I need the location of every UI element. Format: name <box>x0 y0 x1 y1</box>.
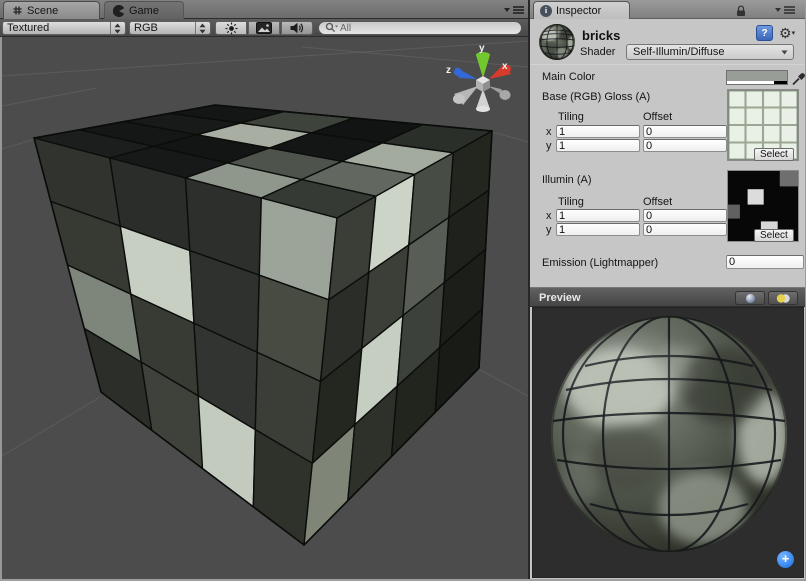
svg-text:y: y <box>479 43 485 54</box>
grid-icon <box>12 5 23 16</box>
base-tiling-header: Tiling <box>558 111 584 123</box>
shader-label: Shader <box>580 46 615 58</box>
tab-scene[interactable]: Scene <box>3 1 100 19</box>
game-pacman-icon <box>113 5 125 17</box>
base-offset-header: Offset <box>643 111 672 123</box>
two-lights-icon <box>776 293 791 304</box>
updown-arrow-icon <box>114 23 121 34</box>
base-x-label: x <box>546 126 552 138</box>
preview-add-button[interactable]: + <box>777 551 794 568</box>
main-color-label: Main Color <box>542 71 595 83</box>
material-preview-ball-icon <box>538 23 576 61</box>
preview-lighting-toggle[interactable] <box>768 291 798 305</box>
scene-audio-toggle[interactable] <box>281 21 313 35</box>
base-texture-select-button[interactable]: Select <box>754 148 794 161</box>
unity-editor-window: Scene Game Textured <box>0 0 806 581</box>
scene-3d-view: y x z <box>2 37 528 579</box>
scene-tabstrip: Scene Game <box>0 0 528 19</box>
shader-value: Self-Illumin/Diffuse <box>633 46 725 58</box>
scene-skybox-toggle[interactable] <box>248 21 280 35</box>
inspector-lock-button[interactable] <box>735 4 747 22</box>
svg-text:x: x <box>502 61 508 72</box>
inspector-panel-menu-button[interactable] <box>774 5 796 15</box>
base-y-label: y <box>546 140 552 152</box>
main-color-swatch[interactable] <box>726 70 788 85</box>
color-mode-dropdown[interactable]: RGB <box>129 21 211 35</box>
scene-viewport[interactable]: y x z <box>0 37 528 579</box>
eyedropper-icon[interactable] <box>791 68 806 86</box>
illumin-section-label: Illumin (A) <box>542 174 592 186</box>
illumin-offset-header: Offset <box>643 196 672 208</box>
illumin-offset-y-field[interactable] <box>643 223 727 236</box>
illumin-texture-select-button[interactable]: Select <box>754 229 794 242</box>
tab-inspector[interactable]: i Inspector <box>533 1 630 19</box>
header-separator <box>530 64 806 65</box>
chevron-down-icon <box>781 50 788 55</box>
base-tiling-x-field[interactable] <box>556 125 640 138</box>
scene-toolbar: Textured RGB <box>0 19 528 37</box>
base-offset-y-field[interactable] <box>643 139 727 152</box>
material-name: bricks <box>582 28 620 43</box>
render-mode-label: Textured <box>7 22 107 34</box>
illumin-offset-x-field[interactable] <box>643 209 727 222</box>
panel-menu-icon <box>774 5 796 15</box>
material-preview-area[interactable]: + <box>532 307 804 578</box>
chevron-down-icon: ▾ <box>792 29 796 37</box>
svg-text:z: z <box>446 65 451 76</box>
help-button[interactable]: ? <box>756 25 773 41</box>
color-mode-label: RGB <box>134 22 192 34</box>
illumin-y-label: y <box>546 224 552 236</box>
illumin-x-label: x <box>546 210 552 222</box>
scene-lighting-toggle[interactable] <box>215 21 247 35</box>
lock-icon <box>735 5 747 17</box>
render-mode-dropdown[interactable]: Textured <box>2 21 126 35</box>
search-input[interactable] <box>353 21 515 35</box>
illumin-tiling-header: Tiling <box>558 196 584 208</box>
preview-title: Preview <box>539 292 581 304</box>
search-icon <box>325 22 338 34</box>
preview-header[interactable]: Preview <box>530 287 806 307</box>
base-section-label: Base (RGB) Gloss (A) <box>542 91 650 103</box>
preview-shaded-toggle[interactable] <box>735 291 765 305</box>
shader-dropdown[interactable]: Self-Illumin/Diffuse <box>626 44 794 60</box>
material-preview-sphere <box>533 308 803 577</box>
gear-icon: ⚙ <box>779 25 792 41</box>
search-filter-label[interactable]: All <box>340 23 351 34</box>
sun-icon <box>225 22 238 35</box>
base-tiling-y-field[interactable] <box>556 139 640 152</box>
sphere-icon <box>745 293 756 304</box>
material-options-button[interactable]: ⚙▾ <box>779 25 795 41</box>
image-icon <box>256 22 272 34</box>
emission-label: Emission (Lightmapper) <box>542 257 658 269</box>
inspector-tabstrip: i Inspector <box>530 0 806 19</box>
updown-arrow-icon <box>199 23 206 34</box>
tab-game-label: Game <box>129 5 159 17</box>
info-icon: i <box>540 5 552 17</box>
scene-search-field[interactable]: All <box>318 21 522 35</box>
base-offset-x-field[interactable] <box>643 125 727 138</box>
illumin-tiling-y-field[interactable] <box>556 223 640 236</box>
emission-field[interactable] <box>726 255 804 269</box>
scene-panel: Scene Game Textured <box>0 0 528 581</box>
inspector-panel: i Inspector bricks Shader <box>530 0 806 581</box>
pane-divider[interactable] <box>528 0 530 581</box>
tab-scene-label: Scene <box>27 5 58 17</box>
tab-game[interactable]: Game <box>104 1 184 19</box>
scene-panel-menu-button[interactable] <box>503 5 525 15</box>
panel-menu-icon <box>503 5 525 15</box>
tab-inspector-label: Inspector <box>556 5 601 17</box>
speaker-icon <box>290 22 304 34</box>
illumin-tiling-x-field[interactable] <box>556 209 640 222</box>
